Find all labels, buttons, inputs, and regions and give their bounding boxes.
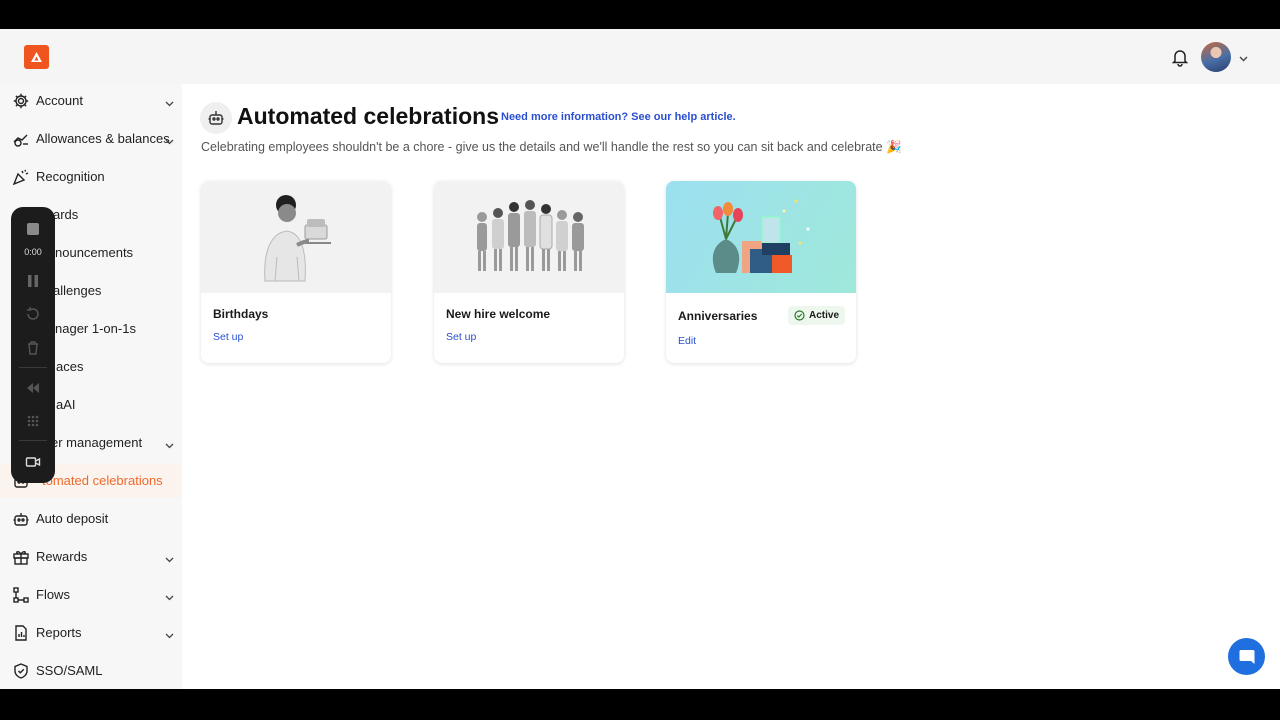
chevron-down-icon[interactable]	[1238, 51, 1249, 62]
top-bar	[0, 29, 1280, 84]
sidebar: Account Allowances & balances Recognitio…	[0, 84, 182, 689]
robot-icon	[12, 510, 30, 528]
shield-icon	[12, 662, 30, 680]
sidebar-item-label: Auto deposit	[36, 511, 109, 526]
sidebar-item-flows[interactable]: Flows	[0, 578, 182, 612]
chat-launcher-button[interactable]	[1228, 638, 1265, 675]
help-article-link[interactable]: Need more information? See our help arti…	[501, 111, 736, 123]
sidebar-item-reports[interactable]: Reports	[0, 616, 182, 650]
sidebar-item-auto-deposit[interactable]: Auto deposit	[0, 502, 182, 536]
stop-icon[interactable]	[25, 221, 41, 237]
check-circle-icon	[794, 310, 805, 321]
edit-link[interactable]: Edit	[678, 335, 696, 347]
sidebar-item-recognition[interactable]: Recognition	[0, 160, 182, 194]
grid-icon[interactable]	[25, 413, 41, 429]
sidebar-item-label: Account	[36, 93, 83, 108]
card-title: Birthdays	[213, 307, 269, 321]
sidebar-item-label: er management	[51, 435, 143, 450]
brand-logo-icon[interactable]	[24, 45, 49, 69]
rewind-icon[interactable]	[25, 380, 41, 396]
status-badge: Active	[788, 306, 846, 325]
sidebar-item-label: aces	[56, 359, 84, 374]
chevron-down-icon	[164, 134, 175, 145]
pause-icon[interactable]	[25, 273, 41, 289]
page-title: Automated celebrations	[237, 103, 499, 129]
sidebar-item-label: aAI	[56, 397, 76, 412]
sidebar-item-label: Allowances & balances	[36, 131, 170, 146]
bell-icon[interactable]	[1170, 47, 1190, 67]
celebration-card-anniversaries[interactable]: Anniversaries Active Edit	[666, 181, 856, 363]
sidebar-item-label: Recognition	[36, 169, 105, 184]
chevron-down-icon	[164, 590, 175, 601]
celebration-card-birthdays[interactable]: Birthdays Set up	[201, 181, 391, 363]
recording-timer: 0:00	[24, 247, 42, 257]
anniversary-illustration	[666, 181, 856, 293]
sidebar-item-label: tomated celebrations	[42, 473, 163, 488]
chevron-down-icon	[164, 552, 175, 563]
card-title: Anniversaries	[678, 309, 758, 323]
status-badge-label: Active	[809, 310, 840, 321]
user-avatar[interactable]	[1201, 42, 1231, 72]
toolbar-divider	[19, 440, 47, 441]
sidebar-item-account[interactable]: Account	[0, 84, 182, 118]
page-subtitle: Celebrating employees shouldn't be a cho…	[201, 140, 902, 154]
app-window: Account Allowances & balances Recognitio…	[0, 29, 1280, 689]
setup-link[interactable]: Set up	[213, 331, 243, 343]
setup-link[interactable]: Set up	[446, 331, 476, 343]
new-hire-illustration	[434, 181, 624, 293]
sidebar-item-label: SSO/SAML	[36, 663, 103, 678]
gear-icon	[12, 92, 30, 110]
chat-bubble-icon	[1239, 649, 1254, 664]
flow-icon	[12, 586, 30, 604]
chevron-down-icon	[164, 96, 175, 107]
sidebar-item-label: ards	[53, 207, 79, 222]
camera-icon[interactable]	[25, 454, 41, 470]
sidebar-item-sso-saml[interactable]: SSO/SAML	[0, 654, 182, 688]
toolbar-divider	[19, 367, 47, 368]
birthday-illustration	[201, 181, 391, 293]
screen-recorder-toolbar: 0:00	[11, 207, 55, 483]
sidebar-item-label: Rewards	[36, 549, 88, 564]
card-title: New hire welcome	[446, 307, 551, 321]
sidebar-item-label: allenges	[53, 283, 102, 298]
sidebar-item-label: nouncements	[55, 245, 134, 260]
robot-icon	[200, 102, 232, 134]
sidebar-item-rewards[interactable]: Rewards	[0, 540, 182, 574]
sidebar-item-label: nager 1-on-1s	[55, 321, 136, 336]
trash-icon[interactable]	[25, 340, 41, 356]
gift-icon	[12, 548, 30, 566]
sidebar-item-label: Reports	[36, 625, 82, 640]
celebration-card-new-hire-welcome[interactable]: New hire welcome Set up	[434, 181, 624, 363]
restart-icon[interactable]	[25, 306, 41, 322]
party-popper-icon	[12, 168, 30, 186]
report-icon	[12, 624, 30, 642]
chevron-down-icon	[164, 438, 175, 449]
sidebar-item-allowances[interactable]: Allowances & balances	[0, 122, 182, 156]
sidebar-item-label: Flows	[36, 587, 70, 602]
coins-icon	[12, 130, 30, 148]
chevron-down-icon	[164, 628, 175, 639]
main-content: Automated celebrations Need more informa…	[182, 84, 1280, 689]
